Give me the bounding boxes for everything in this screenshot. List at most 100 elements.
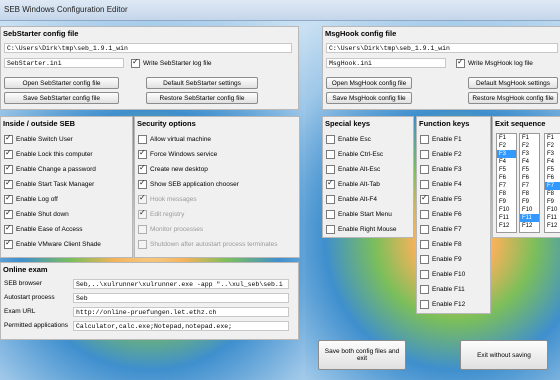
function-key-checkbox-3[interactable]: Enable F4 [420, 179, 462, 190]
special-key-checkbox-5[interactable]: Enable Start Menu [326, 209, 392, 220]
save-and-exit-button[interactable]: Save both config files and exit [318, 340, 406, 370]
checkbox-box[interactable] [420, 180, 429, 189]
exit-sequence-option[interactable]: F11 [520, 214, 539, 222]
special-key-checkbox-0[interactable]: Enable Esc [326, 134, 371, 145]
checkbox-box[interactable] [4, 223, 13, 234]
msghook-file-field[interactable]: MsgHook.ini [326, 58, 446, 68]
function-key-checkbox-1[interactable]: Enable F2 [420, 149, 462, 160]
default-sebstarter-button[interactable]: Default SebStarter settings [146, 77, 258, 89]
open-sebstarter-button[interactable]: Open SebStarter config file [4, 77, 119, 89]
exit-sequence-option[interactable]: F4 [520, 158, 539, 166]
checkbox-box[interactable] [4, 133, 13, 144]
msghook-write-log-checkbox[interactable]: Write MsgHook log file [456, 57, 533, 69]
checkbox-box[interactable] [420, 255, 429, 264]
exit-sequence-option[interactable]: F2 [497, 142, 516, 150]
exit-sequence-list-2[interactable]: F1 F2 F3 F4 F5 F6 F7 F8 F9 F10 F11 F12 [519, 133, 540, 233]
exit-sequence-option[interactable]: F12 [520, 222, 539, 230]
checkbox-box[interactable] [420, 225, 429, 234]
inside-outside-checkbox-7[interactable]: Enable VMware Client Shade [4, 238, 101, 250]
online-exam-field[interactable]: Calculator,calc.exe;Notepad,notepad.exe; [73, 321, 289, 331]
exit-sequence-option[interactable]: F8 [545, 190, 560, 198]
function-key-checkbox-2[interactable]: Enable F3 [420, 164, 462, 175]
exit-sequence-option[interactable]: F2 [520, 142, 539, 150]
exit-sequence-option[interactable]: F6 [545, 174, 560, 182]
special-key-checkbox-2[interactable]: Enable Alt-Esc [326, 164, 380, 175]
restore-msghook-button[interactable]: Restore MsgHook config file [468, 92, 558, 104]
checkbox-box[interactable] [4, 163, 13, 174]
function-key-checkbox-8[interactable]: Enable F9 [420, 254, 462, 265]
checkbox-box[interactable] [420, 270, 429, 279]
exit-sequence-option[interactable]: F12 [497, 222, 516, 230]
checkbox-box[interactable] [138, 135, 147, 144]
security-checkbox-1[interactable]: Force Windows service [138, 148, 217, 160]
save-msghook-button[interactable]: Save MsgHook config file [326, 92, 412, 104]
default-msghook-button[interactable]: Default MsgHook settings [468, 77, 558, 89]
special-key-checkbox-4[interactable]: Enable Alt-F4 [326, 194, 377, 205]
checkbox-box[interactable] [456, 57, 465, 68]
inside-outside-checkbox-1[interactable]: Enable Lock this computer [4, 148, 93, 160]
online-exam-field[interactable]: Seb [73, 293, 289, 303]
exit-sequence-option[interactable]: F5 [520, 166, 539, 174]
function-key-checkbox-5[interactable]: Enable F6 [420, 209, 462, 220]
checkbox-box[interactable] [326, 225, 335, 234]
special-key-checkbox-1[interactable]: Enable Ctrl-Esc [326, 149, 383, 160]
checkbox-box[interactable] [138, 163, 147, 174]
sebstarter-write-log-checkbox[interactable]: Write SebStarter log file [131, 57, 212, 69]
checkbox-box[interactable] [420, 240, 429, 249]
exit-sequence-option[interactable]: F10 [545, 206, 560, 214]
exit-sequence-option[interactable]: F9 [497, 198, 516, 206]
open-msghook-button[interactable]: Open MsgHook config file [326, 77, 412, 89]
msghook-path-field[interactable]: C:\Users\Dirk\tmp\seb_1.9.1_win [326, 43, 558, 53]
sebstarter-file-field[interactable]: SebStarter.ini [4, 58, 124, 68]
checkbox-box[interactable] [420, 150, 429, 159]
exit-sequence-list-3[interactable]: F1 F2 F3 F4 F5 F6 F7 F8 F9 F10 F11 F12 [544, 133, 560, 233]
exit-sequence-option[interactable]: F5 [497, 166, 516, 174]
exit-sequence-list-1[interactable]: F1 F2 F3 F4 F5 F6 F7 F8 F9 F10 F11 F12 [496, 133, 517, 233]
inside-outside-checkbox-2[interactable]: Enable Change a password [4, 163, 96, 175]
checkbox-box[interactable] [4, 193, 13, 204]
exit-sequence-option[interactable]: F4 [497, 158, 516, 166]
exit-sequence-option[interactable]: F7 [520, 182, 539, 190]
exit-sequence-option[interactable]: F1 [520, 134, 539, 142]
exit-without-saving-button[interactable]: Exit without saving [460, 340, 548, 370]
checkbox-box[interactable] [326, 150, 335, 159]
exit-sequence-option[interactable]: F12 [545, 222, 560, 230]
special-key-checkbox-3[interactable]: Enable Alt-Tab [326, 178, 380, 190]
checkbox-box[interactable] [326, 135, 335, 144]
exit-sequence-option[interactable]: F6 [520, 174, 539, 182]
exit-sequence-option[interactable]: F3 [520, 150, 539, 158]
exit-sequence-option[interactable]: F10 [497, 206, 516, 214]
exit-sequence-option[interactable]: F8 [497, 190, 516, 198]
exit-sequence-option[interactable]: F3 [545, 150, 560, 158]
function-key-checkbox-10[interactable]: Enable F11 [420, 284, 465, 295]
checkbox-box[interactable] [326, 178, 335, 189]
exit-sequence-option[interactable]: F11 [545, 214, 560, 222]
checkbox-box[interactable] [4, 178, 13, 189]
restore-sebstarter-button[interactable]: Restore SebStarter config file [146, 92, 258, 104]
exit-sequence-option[interactable]: F5 [545, 166, 560, 174]
security-checkbox-3[interactable]: Show SEB application chooser [138, 178, 239, 190]
checkbox-box[interactable] [4, 148, 13, 159]
exit-sequence-option[interactable]: F1 [497, 134, 516, 142]
checkbox-box[interactable] [420, 210, 429, 219]
special-key-checkbox-6[interactable]: Enable Right Mouse [326, 224, 397, 235]
exit-sequence-option[interactable]: F3 [497, 150, 516, 158]
function-key-checkbox-0[interactable]: Enable F1 [420, 134, 462, 145]
checkbox-box[interactable] [326, 165, 335, 174]
security-checkbox-0[interactable]: Allow virtual machine [138, 134, 211, 145]
checkbox-box[interactable] [420, 193, 429, 204]
inside-outside-checkbox-3[interactable]: Enable Start Task Manager [4, 178, 94, 190]
function-key-checkbox-4[interactable]: Enable F5 [420, 193, 462, 205]
checkbox-box[interactable] [138, 178, 147, 189]
checkbox-box[interactable] [326, 210, 335, 219]
inside-outside-checkbox-6[interactable]: Enable Ease of Access [4, 223, 83, 235]
exit-sequence-option[interactable]: F4 [545, 158, 560, 166]
exit-sequence-option[interactable]: F9 [520, 198, 539, 206]
checkbox-box[interactable] [420, 285, 429, 294]
save-sebstarter-button[interactable]: Save SebStarter config file [4, 92, 119, 104]
exit-sequence-option[interactable]: F10 [520, 206, 539, 214]
checkbox-box[interactable] [420, 300, 429, 309]
exit-sequence-option[interactable]: F9 [545, 198, 560, 206]
inside-outside-checkbox-4[interactable]: Enable Log off [4, 193, 58, 205]
exit-sequence-option[interactable]: F6 [497, 174, 516, 182]
